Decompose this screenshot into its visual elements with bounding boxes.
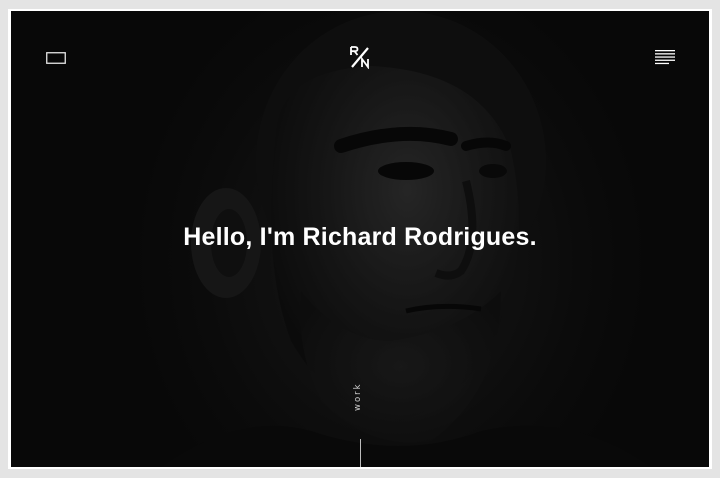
rn-logo-icon[interactable] [349, 45, 371, 69]
work-label[interactable]: work [353, 382, 363, 411]
window-outline-icon[interactable] [46, 52, 66, 64]
hamburger-menu-icon[interactable] [654, 49, 676, 65]
hero-section: Hello, I'm Richard Rodrigues. work [11, 11, 709, 467]
work-link[interactable]: work [349, 381, 373, 467]
scroll-indicator-line [360, 439, 361, 467]
hero-headline: Hello, I'm Richard Rodrigues. [183, 223, 537, 251]
